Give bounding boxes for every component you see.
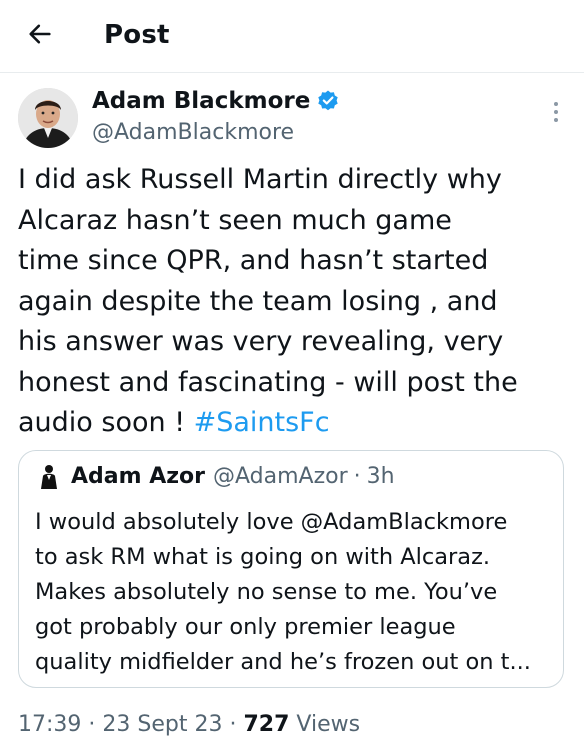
more-vertical-icon xyxy=(554,102,558,122)
page-title: Post xyxy=(104,20,170,50)
arrow-left-icon xyxy=(29,24,51,44)
author-name[interactable]: Adam Blackmore xyxy=(92,86,310,116)
views-label: Views xyxy=(296,712,361,737)
avatar-image xyxy=(18,88,78,148)
quoted-avatar xyxy=(35,463,61,489)
tweet-text: I did ask Russell Martin directly why Al… xyxy=(18,160,568,444)
tweet-body: I did ask Russell Martin directly why Al… xyxy=(18,164,518,438)
quoted-author-name: Adam Azor xyxy=(71,463,205,489)
author-handle[interactable]: @AdamBlackmore xyxy=(92,118,294,148)
avatar[interactable] xyxy=(18,88,78,148)
quoted-tweet-header: Adam Azor @AdamAzor · 3h xyxy=(35,463,395,489)
verified-badge-icon xyxy=(318,90,339,111)
quoted-tweet-text: I would absolutely love @AdamBlackmore t… xyxy=(35,509,531,675)
post-date[interactable]: 23 Sept 23 xyxy=(102,712,222,737)
separator-dot: · xyxy=(88,712,96,737)
post-time[interactable]: 17:39 xyxy=(18,712,81,737)
quoted-tweet[interactable]: Adam Azor @AdamAzor · 3h I would absolut… xyxy=(18,450,564,688)
hashtag-link[interactable]: #SaintsFc xyxy=(194,407,330,438)
author-name-row: Adam Blackmore xyxy=(92,86,340,116)
back-button[interactable] xyxy=(22,16,58,52)
tweet-meta: 17:39 · 23 Sept 23 · 727 Views xyxy=(18,708,360,742)
quoted-timestamp: 3h xyxy=(366,463,395,489)
views-count: 727 xyxy=(243,712,290,737)
more-options-button[interactable] xyxy=(546,98,566,128)
separator-dot: · xyxy=(353,463,361,489)
top-bar: Post xyxy=(0,0,584,73)
quoted-author-handle: @AdamAzor xyxy=(213,463,348,489)
separator-dot: · xyxy=(229,712,237,737)
